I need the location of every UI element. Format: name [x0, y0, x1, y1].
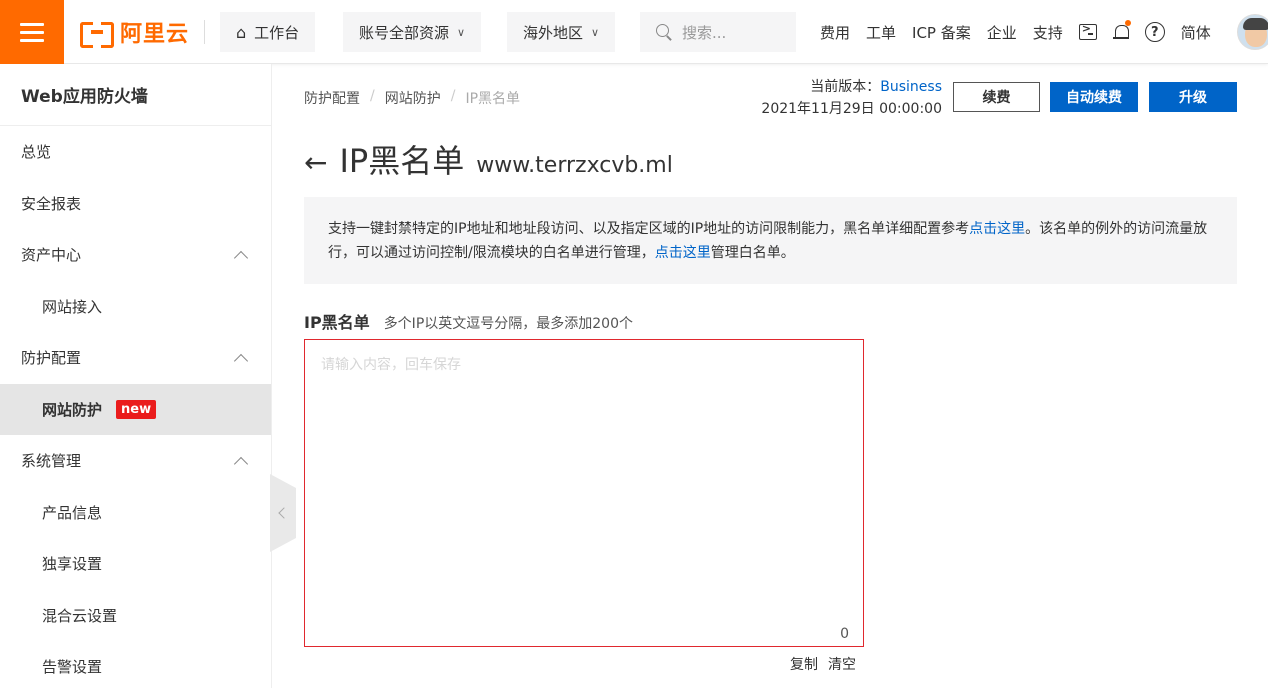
header-links: 费用 工单 ICP 备案 企业 支持 ? 简体: [820, 20, 1211, 44]
sidebar-item-overview[interactable]: 总览: [0, 126, 271, 178]
chevron-up-icon: [233, 353, 249, 368]
blacklist-field-label: IP黑名单: [304, 313, 370, 332]
search-input[interactable]: 搜索...: [640, 12, 796, 52]
breadcrumb-item[interactable]: 网站防护: [385, 88, 441, 108]
back-arrow-icon[interactable]: ←: [304, 146, 327, 179]
sidebar-item-label: 资产中心: [21, 246, 82, 265]
search-placeholder: 搜索...: [682, 23, 727, 42]
tickets-link[interactable]: 工单: [866, 22, 896, 43]
breadcrumb-separator: /: [450, 88, 456, 104]
info-notice: 支持一键封禁特定的IP地址和地址段访问、以及指定区域的IP地址的访问限制能力，黑…: [304, 197, 1237, 284]
page-title: ← IP黑名单 www.terrzxcvb.ml: [304, 136, 673, 182]
sidebar-item-dedicated-settings[interactable]: 独享设置: [0, 538, 271, 590]
resource-scope-dropdown[interactable]: 账号全部资源 ∨: [343, 12, 482, 52]
icp-link[interactable]: ICP 备案: [912, 22, 971, 43]
page-title-text: IP黑名单: [339, 142, 465, 180]
hamburger-menu-icon[interactable]: [0, 0, 64, 64]
search-icon: [656, 24, 672, 40]
sidebar-collapse-handle[interactable]: [270, 474, 296, 552]
home-icon: ⌂: [236, 22, 247, 42]
bell-icon[interactable]: [1112, 20, 1131, 42]
logo-text: 阿里云: [120, 22, 190, 47]
upgrade-button[interactable]: 升级: [1149, 82, 1237, 112]
sidebar-item-label: 独享设置: [42, 555, 103, 574]
copy-button[interactable]: 复制: [790, 654, 818, 674]
renew-button[interactable]: 续费: [953, 82, 1040, 112]
aliyun-logo[interactable]: 阿里云: [80, 18, 190, 48]
sidebar-item-security-report[interactable]: 安全报表: [0, 178, 271, 230]
top-navbar: 阿里云 ⌂ 工作台 账号全部资源 ∨ 海外地区 ∨ 搜索... 费用 工单 IC…: [0, 0, 1268, 64]
entry-counter: 0: [840, 626, 849, 642]
version-label: 当前版本：: [810, 79, 881, 95]
sidebar-title: Web应用防火墙: [0, 64, 271, 126]
clear-button[interactable]: 清空: [828, 654, 856, 674]
fees-link[interactable]: 费用: [820, 22, 850, 43]
workbench-button[interactable]: ⌂ 工作台: [220, 12, 316, 52]
notification-dot: [1124, 20, 1131, 26]
sidebar-item-alert-settings[interactable]: 告警设置: [0, 641, 271, 693]
support-link[interactable]: 支持: [1033, 22, 1063, 43]
chevron-up-icon: [233, 456, 249, 471]
breadcrumb: 防护配置 / 网站防护 / IP黑名单: [304, 88, 520, 108]
enterprise-link[interactable]: 企业: [987, 22, 1017, 43]
sidebar-group-system-management[interactable]: 系统管理: [0, 435, 271, 487]
sidebar-group-protection-config[interactable]: 防护配置: [0, 332, 271, 384]
help-icon[interactable]: ?: [1144, 22, 1165, 42]
sidebar-item-label: 总览: [21, 143, 52, 162]
textarea-actions: 复制 清空: [790, 654, 856, 674]
version-edition: Business: [880, 79, 942, 95]
blacklist-field-hint: 多个IP以英文逗号分隔，最多添加200个: [383, 316, 633, 332]
sidebar-item-label: 告警设置: [42, 658, 103, 677]
avatar[interactable]: [1237, 14, 1268, 50]
page-title-domain: www.terrzxcvb.ml: [476, 153, 673, 178]
blacklist-field-header: IP黑名单 多个IP以英文逗号分隔，最多添加200个: [304, 309, 633, 333]
sidebar-item-product-info[interactable]: 产品信息: [0, 487, 271, 539]
chevron-left-icon: [278, 507, 290, 519]
notice-text: 支持一键封禁特定的IP地址和地址段访问、以及指定区域的IP地址的访问限制能力，黑…: [328, 221, 970, 237]
notice-text: 管理白名单。: [710, 245, 795, 261]
aliyun-logo-icon: [80, 22, 114, 48]
sidebar: Web应用防火墙 总览 安全报表 资产中心 网站接入 防护配置 网站防护 new…: [0, 64, 272, 688]
version-info: 当前版本：Business 2021年11月29日 00:00:00: [740, 76, 942, 120]
breadcrumb-current: IP黑名单: [465, 91, 521, 107]
region-dropdown[interactable]: 海外地区 ∨: [507, 12, 616, 52]
sidebar-item-website-protection[interactable]: 网站防护 new: [0, 383, 271, 435]
blacklist-ip-textarea[interactable]: [305, 340, 863, 646]
notice-link-whitelist[interactable]: 点击这里: [655, 245, 711, 261]
sidebar-item-label: 系统管理: [21, 452, 82, 471]
chevron-up-icon: [233, 250, 249, 265]
sidebar-item-label: 网站防护: [42, 400, 103, 419]
language-link[interactable]: 简体: [1181, 22, 1211, 43]
notice-link-config[interactable]: 点击这里: [969, 221, 1025, 237]
sidebar-group-asset-center[interactable]: 资产中心: [0, 229, 271, 281]
chevron-down-icon: ∨: [591, 25, 600, 39]
new-badge: new: [116, 399, 157, 419]
sidebar-item-hybrid-cloud-settings[interactable]: 混合云设置: [0, 590, 271, 642]
sidebar-item-label: 网站接入: [42, 297, 103, 316]
sidebar-item-label: 防护配置: [21, 349, 82, 368]
divider: [204, 20, 205, 44]
terminal-icon[interactable]: [1078, 22, 1097, 40]
sidebar-item-label: 混合云设置: [42, 606, 118, 625]
workbench-label: 工作台: [254, 23, 300, 42]
breadcrumb-item[interactable]: 防护配置: [304, 88, 360, 108]
auto-renew-button[interactable]: 自动续费: [1050, 82, 1138, 112]
blacklist-textarea-wrapper: 0: [304, 339, 864, 647]
resource-scope-label: 账号全部资源: [359, 23, 450, 42]
chevron-down-icon: ∨: [457, 25, 466, 39]
sidebar-item-label: 产品信息: [42, 503, 103, 522]
version-expiry: 2021年11月29日 00:00:00: [761, 101, 942, 117]
sidebar-item-site-access[interactable]: 网站接入: [0, 281, 271, 333]
breadcrumb-separator: /: [370, 88, 375, 104]
region-label: 海外地区: [523, 23, 584, 42]
sidebar-item-label: 安全报表: [21, 194, 82, 213]
